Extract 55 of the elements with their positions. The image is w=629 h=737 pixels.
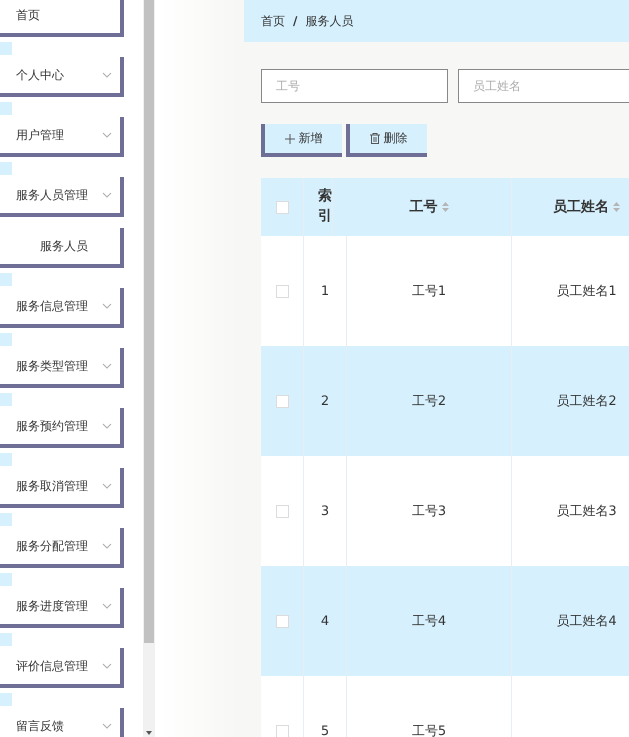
chevron-icon bbox=[102, 303, 112, 309]
menu-marker bbox=[0, 42, 12, 55]
breadcrumb-link[interactable]: 首页 bbox=[261, 12, 285, 30]
menu-marker bbox=[0, 513, 12, 526]
menu-item[interactable]: 用户管理 bbox=[0, 117, 124, 157]
plus-icon bbox=[284, 134, 294, 144]
breadcrumb-separator: / bbox=[293, 14, 298, 28]
breadcrumb-link[interactable]: 服务人员 bbox=[305, 12, 354, 30]
table-cell: 5 bbox=[304, 676, 347, 737]
search-field[interactable]: 员工姓名 bbox=[458, 69, 629, 103]
search-field[interactable]: 工号 bbox=[261, 69, 448, 103]
menu-item[interactable]: 服务预约管理 bbox=[0, 408, 124, 448]
select-all-checkbox[interactable] bbox=[276, 200, 288, 214]
menu-marker bbox=[0, 333, 12, 346]
chevron-icon bbox=[102, 543, 112, 549]
menu-marker bbox=[0, 573, 12, 586]
chevron-icon bbox=[102, 603, 112, 609]
menu-marker bbox=[0, 393, 12, 406]
chevron-icon bbox=[102, 423, 112, 429]
menu-item[interactable]: 服务进度管理 bbox=[0, 588, 124, 628]
row-checkbox[interactable] bbox=[276, 504, 288, 518]
chevron-icon bbox=[102, 192, 112, 198]
chevron-icon bbox=[102, 72, 112, 78]
sort-icon[interactable] bbox=[613, 202, 620, 212]
chevron-icon bbox=[102, 663, 112, 669]
menu-item[interactable]: 服务分配管理 bbox=[0, 528, 124, 568]
menu-item[interactable]: 服务取消管理 bbox=[0, 468, 124, 508]
delete-button[interactable]: 删除 bbox=[346, 124, 427, 157]
menu-marker bbox=[0, 453, 12, 466]
menu-marker bbox=[0, 162, 12, 175]
row-checkbox[interactable] bbox=[276, 394, 288, 408]
menu-marker bbox=[0, 693, 12, 706]
menu-marker bbox=[0, 633, 12, 646]
chevron-icon bbox=[102, 483, 112, 489]
table-cell: 工号5 bbox=[347, 676, 512, 737]
menu-item[interactable]: 服务人员管理 bbox=[0, 177, 124, 217]
trash-icon bbox=[370, 133, 380, 144]
sort-icon[interactable] bbox=[442, 202, 448, 212]
menu-item[interactable]: 首页 bbox=[0, 0, 124, 37]
menu-item[interactable]: 评价信息管理 bbox=[0, 648, 124, 688]
add-button[interactable]: 新增 bbox=[261, 124, 342, 157]
chevron-icon bbox=[102, 132, 112, 138]
menu-marker bbox=[0, 102, 12, 115]
menu-marker bbox=[0, 273, 12, 286]
row-checkbox[interactable] bbox=[276, 284, 288, 298]
row-checkbox[interactable] bbox=[276, 614, 288, 628]
submenu-item[interactable]: 服务人员 bbox=[0, 228, 124, 268]
chevron-icon bbox=[102, 723, 112, 729]
chevron-icon bbox=[102, 363, 112, 369]
scrollbar[interactable] bbox=[143, 0, 155, 737]
menu-item[interactable]: 服务类型管理 bbox=[0, 348, 124, 388]
scroll-down-icon[interactable] bbox=[146, 731, 152, 735]
menu-item[interactable]: 个人中心 bbox=[0, 57, 124, 97]
row-checkbox[interactable] bbox=[276, 724, 288, 737]
menu-item[interactable]: 服务信息管理 bbox=[0, 288, 124, 328]
